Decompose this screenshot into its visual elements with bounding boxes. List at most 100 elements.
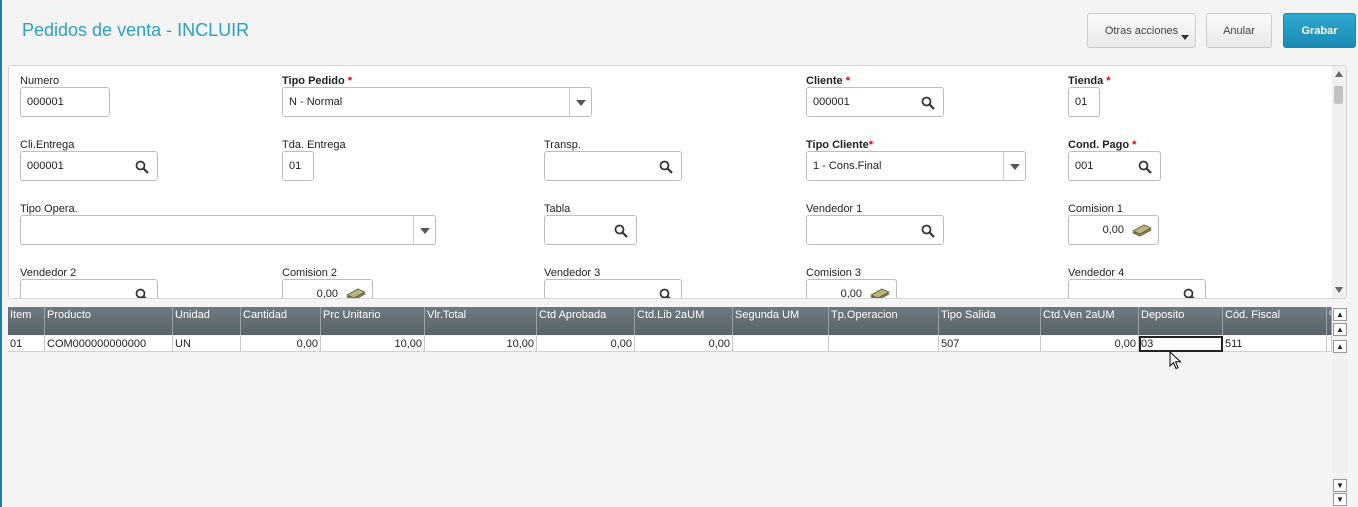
- cell-segunda-um[interactable]: [733, 336, 829, 352]
- numero-label: Numero: [20, 75, 60, 87]
- vendedor4-label: Vendedor 4: [1068, 267, 1125, 279]
- tipo-pedido-select[interactable]: N - Normal: [282, 87, 592, 117]
- comision2-input[interactable]: 0,00: [282, 279, 373, 299]
- col-header-deposito[interactable]: Deposito: [1139, 307, 1223, 335]
- scroll-page-up-icon[interactable]: ▲: [1333, 323, 1347, 336]
- cliente-label: Cliente *: [806, 75, 850, 87]
- col-header-ctd-lib-2aum[interactable]: Ctd.Lib 2aUM: [635, 307, 733, 335]
- vendedor3-input[interactable]: [544, 279, 682, 299]
- tabla-input[interactable]: [544, 215, 637, 245]
- cell-tipo-salida[interactable]: 507: [939, 336, 1041, 352]
- search-icon[interactable]: [659, 288, 673, 299]
- grid-scrollbar[interactable]: ▲ ▲ ▲ ▼ ▼: [1332, 307, 1348, 507]
- money-icon[interactable]: [1132, 224, 1152, 238]
- tipo-cliente-label: Tipo Cliente*: [806, 139, 874, 151]
- scroll-down-icon[interactable]: [1335, 287, 1343, 293]
- tipo-cliente-select[interactable]: 1 - Cons.Final: [806, 151, 1026, 181]
- col-header-ctd-aprobada[interactable]: Ctd Aprobada: [537, 307, 635, 335]
- cli-entrega-label: Cli.Entrega: [20, 139, 75, 151]
- page-title: Pedidos de venta - INCLUIR: [22, 20, 250, 40]
- search-icon[interactable]: [614, 224, 628, 238]
- cell-ctd-lib-2aum[interactable]: 0,00: [635, 336, 733, 352]
- search-icon[interactable]: [1138, 160, 1152, 174]
- search-icon[interactable]: [921, 224, 935, 238]
- col-header-segunda-um[interactable]: Segunda UM: [733, 307, 829, 335]
- tipo-pedido-label: Tipo Pedido *: [282, 75, 353, 87]
- cell-item[interactable]: 01: [8, 336, 45, 352]
- tienda-label: Tienda *: [1068, 75, 1111, 87]
- tienda-input[interactable]: 01: [1068, 87, 1100, 117]
- col-header-ctd-ven-2aum[interactable]: Ctd.Ven 2aUM: [1041, 307, 1139, 335]
- scroll-up-icon[interactable]: ▲: [1333, 340, 1347, 353]
- table-row[interactable]: 01 COM000000000000 UN 0,00 10,00 10,00 0…: [8, 336, 1332, 352]
- cliente-input[interactable]: 000001: [806, 87, 944, 117]
- grid-header: Item Producto Unidad Cantidad Prc Unitar…: [8, 307, 1332, 335]
- scroll-top-icon[interactable]: ▲: [1333, 308, 1347, 321]
- cell-vlr-total[interactable]: 10,00: [425, 336, 537, 352]
- comision3-label: Comision 3: [806, 267, 862, 279]
- caret-down-icon: [1181, 35, 1189, 40]
- cell-cantidad[interactable]: 0,00: [241, 336, 321, 352]
- tda-entrega-label: Tda. Entrega: [282, 139, 346, 151]
- search-icon[interactable]: [921, 96, 935, 110]
- vendedor3-label: Vendedor 3: [544, 267, 601, 279]
- mouse-cursor-icon: [1169, 351, 1182, 370]
- items-grid: Item Producto Unidad Cantidad Prc Unitar…: [8, 307, 1332, 507]
- col-header-tipo-salida[interactable]: Tipo Salida: [939, 307, 1041, 335]
- tabla-label: Tabla: [544, 203, 571, 215]
- tipo-opera-label: Tipo Opera.: [20, 203, 78, 215]
- page-header: Pedidos de venta - INCLUIR Otras accione…: [2, 0, 1358, 62]
- search-icon[interactable]: [135, 160, 149, 174]
- dropdown-arrow-icon[interactable]: [413, 216, 435, 244]
- money-icon[interactable]: [870, 288, 890, 299]
- dropdown-arrow-icon[interactable]: [569, 88, 591, 116]
- search-icon[interactable]: [659, 160, 673, 174]
- tda-entrega-input[interactable]: 01: [282, 151, 314, 181]
- anular-button[interactable]: Anular: [1206, 13, 1272, 48]
- vendedor2-input[interactable]: [20, 279, 158, 299]
- vendedor2-label: Vendedor 2: [20, 267, 77, 279]
- scroll-up-icon[interactable]: [1335, 71, 1343, 77]
- comision1-label: Comision 1: [1068, 203, 1124, 215]
- cond-pago-label: Cond. Pago *: [1068, 139, 1137, 151]
- col-header-tp-operacion[interactable]: Tp.Operacion: [829, 307, 939, 335]
- col-header-producto[interactable]: Producto: [45, 307, 173, 335]
- col-header-unidad[interactable]: Unidad: [173, 307, 241, 335]
- scroll-bottom-icon[interactable]: ▼: [1333, 493, 1347, 506]
- grabar-button[interactable]: Grabar: [1283, 13, 1356, 48]
- dropdown-arrow-icon[interactable]: [1003, 152, 1025, 180]
- cli-entrega-input[interactable]: 000001: [20, 151, 158, 181]
- cell-prc-unitario[interactable]: 10,00: [321, 336, 425, 352]
- otras-acciones-label: Otras acciones: [1104, 24, 1179, 37]
- cell-deposito[interactable]: 03: [1139, 336, 1223, 352]
- col-header-vlr-total[interactable]: Vlr.Total: [425, 307, 537, 335]
- otras-acciones-button[interactable]: Otras acciones: [1087, 13, 1196, 48]
- vendedor1-label: Vendedor 1: [806, 203, 863, 215]
- vendedor4-input[interactable]: [1068, 279, 1206, 299]
- col-header-item[interactable]: Item: [8, 307, 45, 335]
- cond-pago-input[interactable]: 001: [1068, 151, 1161, 181]
- transp-input[interactable]: [544, 151, 682, 181]
- col-header-prc-unitario[interactable]: Prc Unitario: [321, 307, 425, 335]
- cell-ctd-aprobada[interactable]: 0,00: [537, 336, 635, 352]
- col-header-cantidad[interactable]: Cantidad: [241, 307, 321, 335]
- scroll-thumb[interactable]: [1334, 86, 1343, 104]
- comision3-input[interactable]: 0,00: [806, 279, 897, 299]
- comision2-label: Comision 2: [282, 267, 338, 279]
- search-icon[interactable]: [135, 288, 149, 299]
- scroll-down-icon[interactable]: ▼: [1333, 479, 1347, 492]
- cell-ctd-ven-2aum[interactable]: 0,00: [1041, 336, 1139, 352]
- cell-unidad[interactable]: UN: [173, 336, 241, 352]
- money-icon[interactable]: [346, 288, 366, 299]
- search-icon[interactable]: [1183, 288, 1197, 299]
- form-scrollbar[interactable]: [1332, 66, 1346, 298]
- tipo-opera-select[interactable]: [20, 215, 436, 245]
- order-form: Numero 000001 Tipo Pedido * N - Normal Cl…: [8, 65, 1347, 299]
- comision1-input[interactable]: 0,00: [1068, 215, 1159, 245]
- col-header-cod-fiscal[interactable]: Cód. Fiscal: [1223, 307, 1327, 335]
- cell-tp-operacion[interactable]: [829, 336, 939, 352]
- cell-producto[interactable]: COM000000000000: [45, 336, 173, 352]
- vendedor1-input[interactable]: [806, 215, 944, 245]
- numero-input[interactable]: 000001: [20, 87, 110, 117]
- cell-cod-fiscal[interactable]: 511: [1223, 336, 1327, 352]
